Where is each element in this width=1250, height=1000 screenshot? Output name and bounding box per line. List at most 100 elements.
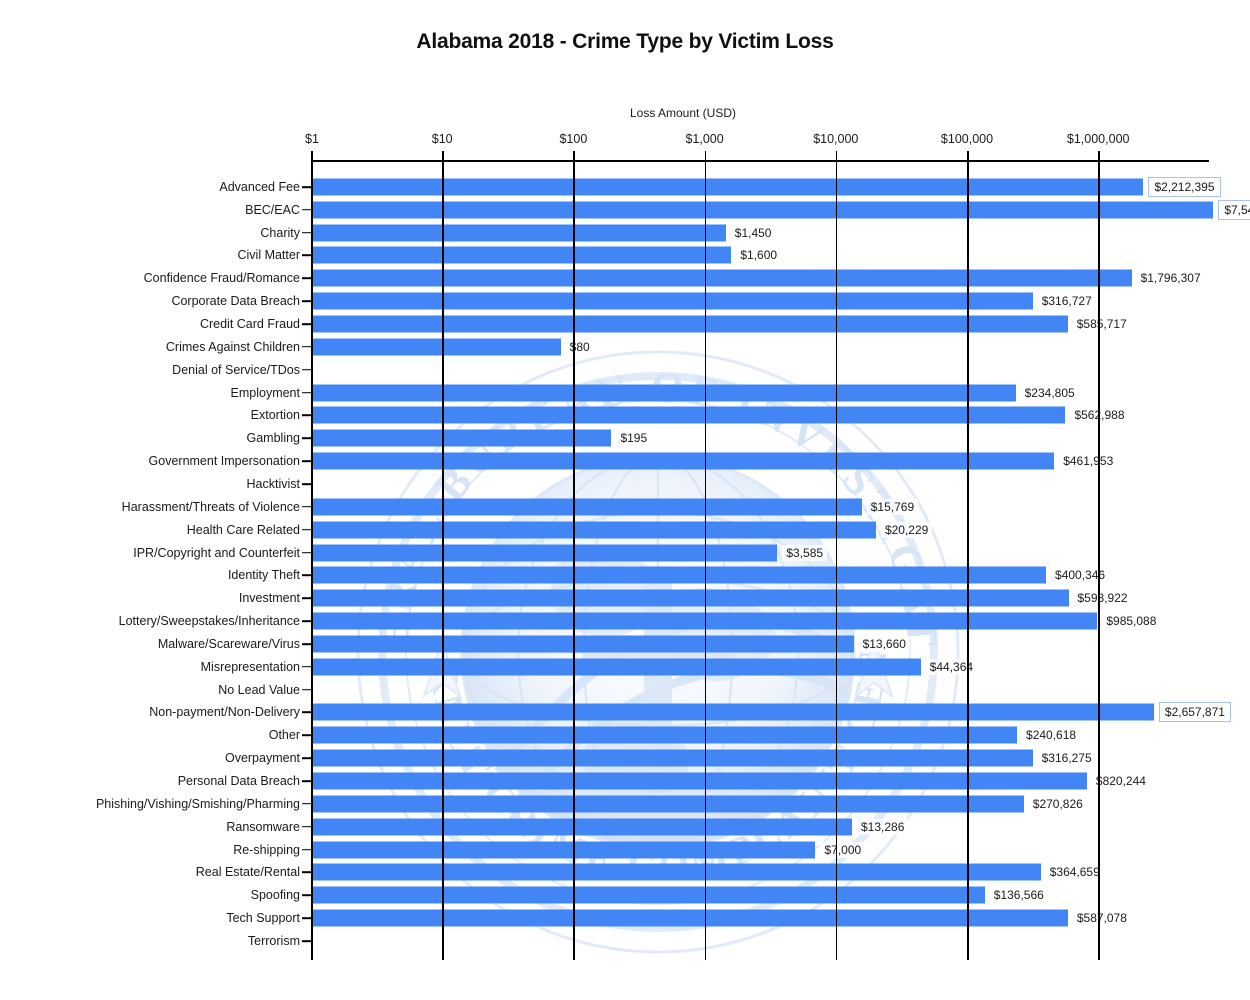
y-axis-category-label: Terrorism (247, 933, 300, 948)
bar[interactable] (311, 246, 732, 264)
y-axis-category-label: Re-shipping (233, 842, 300, 857)
x-axis-tick-mark (835, 151, 838, 160)
bar-row[interactable]: No Lead Value (218, 678, 1209, 701)
bar-row[interactable]: Real Estate/Rental $364,659 (196, 861, 1209, 884)
bar-value-label: $585,717 (1072, 316, 1131, 333)
bar-value-label: $1,450 (730, 224, 776, 241)
y-axis-tick-mark (302, 894, 311, 897)
bar[interactable] (311, 749, 1033, 767)
y-axis-category-label: BEC/EAC (245, 202, 300, 217)
bar-row[interactable]: Phishing/Vishing/Smishing/Pharming $270,8… (96, 792, 1209, 815)
bar-value-label: $820,244 (1091, 773, 1150, 790)
bar[interactable] (311, 589, 1069, 607)
y-axis-category-label: Tech Support (226, 911, 300, 926)
bar[interactable] (311, 635, 854, 653)
y-axis-category-label: Overpayment (224, 751, 300, 766)
bar-row[interactable]: Crimes Against Children $80 (166, 335, 1209, 358)
page-title: Alabama 2018 - Crime Type by Victim Loss (416, 30, 834, 53)
bar[interactable] (311, 201, 1214, 219)
y-axis-category-label: Health Care Related (186, 522, 300, 537)
bar-value-label: $13,286 (856, 818, 909, 835)
bar[interactable] (311, 452, 1055, 470)
bar-row[interactable]: Re-shipping $7,000 (233, 838, 1209, 861)
y-axis-category-label: Crimes Against Children (165, 339, 300, 354)
y-axis-category-label: Credit Card Fraud (199, 317, 300, 332)
bar-row[interactable]: Civil Matter $1,600 (237, 244, 1209, 267)
bar-value-label: $7,000 (820, 841, 866, 858)
bar-row[interactable]: Extortion$562,988 (251, 404, 1209, 427)
bar-row[interactable]: Tech Support $587,078 (226, 907, 1209, 930)
gridline (573, 160, 575, 960)
bar[interactable] (311, 726, 1018, 744)
bar[interactable] (311, 178, 1144, 196)
bar[interactable] (311, 498, 862, 516)
bar-row[interactable]: Gambling $195 (247, 427, 1209, 450)
bar[interactable] (311, 315, 1068, 333)
bar[interactable] (311, 772, 1087, 790)
y-axis-tick-mark (302, 917, 311, 919)
y-axis-category-label: Non-payment/Non-Delivery (149, 705, 300, 720)
bar-row[interactable]: Lottery/Sweepstakes/Inheritance $985,088 (119, 610, 1209, 633)
bar-value-label: $587,078 (1072, 910, 1131, 927)
bar[interactable] (311, 521, 876, 539)
bar[interactable] (311, 863, 1041, 881)
y-axis-category-label: Harassment/Threats of Violence (121, 499, 300, 514)
bar[interactable] (311, 292, 1033, 310)
y-axis-category-label: No Lead Value (218, 682, 300, 697)
bar-value-label: $400,346 (1051, 567, 1110, 584)
bar[interactable] (311, 703, 1154, 721)
bar-row[interactable]: Ransomware $13,286 (226, 815, 1209, 838)
bar-row[interactable]: Advanced Fee $2,212,395 (219, 176, 1221, 199)
y-axis-tick-mark (302, 254, 311, 257)
y-axis-tick-mark (302, 208, 311, 211)
bar-row[interactable]: Denial of Service/TDos (172, 358, 1209, 381)
bar[interactable] (311, 909, 1068, 927)
y-axis-category-label: IPR/Copyright and Counterfeit (133, 545, 300, 560)
bar[interactable] (311, 429, 612, 447)
bar-row[interactable]: Overpayment $316,275 (225, 747, 1209, 770)
bar[interactable] (311, 224, 726, 242)
bar[interactable] (311, 795, 1024, 813)
bar-row[interactable]: Harassment/Threats of Violence $15,769 (122, 495, 1209, 518)
bar-row[interactable]: Spoofing $136,566 (251, 884, 1209, 907)
bar-row[interactable]: Confidence Fraud/Romance $1,796,307 (144, 267, 1209, 290)
y-axis-tick-mark (302, 848, 311, 851)
bar-row[interactable]: Terrorism (248, 930, 1209, 953)
bar[interactable] (311, 384, 1016, 402)
bar-row[interactable]: Charity $1,450 (260, 221, 1209, 244)
bar[interactable] (311, 841, 816, 859)
bar-row[interactable]: Other $240,618 (269, 724, 1209, 747)
bar[interactable] (311, 338, 561, 356)
y-axis-tick-mark (302, 437, 311, 440)
bar-row[interactable]: IPR/Copyright and Counterfeit $3,585 (133, 541, 1209, 564)
bar[interactable] (311, 658, 921, 676)
bar[interactable] (311, 886, 985, 904)
bar-row[interactable]: Non-payment/Non-Delivery $2,657,871 (149, 701, 1231, 724)
bar[interactable] (311, 544, 778, 562)
gridline (835, 160, 838, 960)
bar-value-label: $80 (565, 338, 594, 355)
y-axis-category-label: Hacktivist (246, 476, 300, 491)
bar-row[interactable]: Corporate Data Breach $316,727 (171, 290, 1209, 313)
bar-row[interactable]: Credit Card Fraud $585,717 (200, 313, 1209, 336)
bar-row[interactable]: Investment $593,922 (239, 587, 1209, 610)
bar-row[interactable]: Identity Theft $400,346 (228, 564, 1209, 587)
bar[interactable] (311, 406, 1066, 424)
bar-row[interactable]: Personal Data Breach $820,244 (178, 770, 1209, 793)
bar-row[interactable]: Hacktivist (247, 473, 1209, 496)
bar[interactable] (311, 818, 852, 836)
bar-row[interactable]: Government Impersonation $461,953 (149, 450, 1209, 473)
y-axis-tick-mark (302, 528, 311, 531)
y-axis-tick-mark (302, 940, 311, 942)
bar-value-label: $44,364 (925, 658, 978, 675)
bar-row[interactable]: Malware/Scareware/Virus $13,660 (158, 633, 1209, 656)
bar-row[interactable]: Misrepresentation $44,364 (201, 655, 1209, 678)
bar-row[interactable]: Health Care Related $20,229 (187, 518, 1209, 541)
bar-row[interactable]: BEC/EAC $7,542,651 (245, 198, 1250, 221)
y-axis-tick-mark (302, 346, 311, 348)
bar-value-label: $461,953 (1059, 453, 1118, 470)
bar-row[interactable]: Employment $234,805 (231, 381, 1209, 404)
bar[interactable] (311, 269, 1132, 287)
y-axis-category-label: Confidence Fraud/Romance (143, 271, 300, 286)
bar[interactable] (311, 566, 1047, 584)
